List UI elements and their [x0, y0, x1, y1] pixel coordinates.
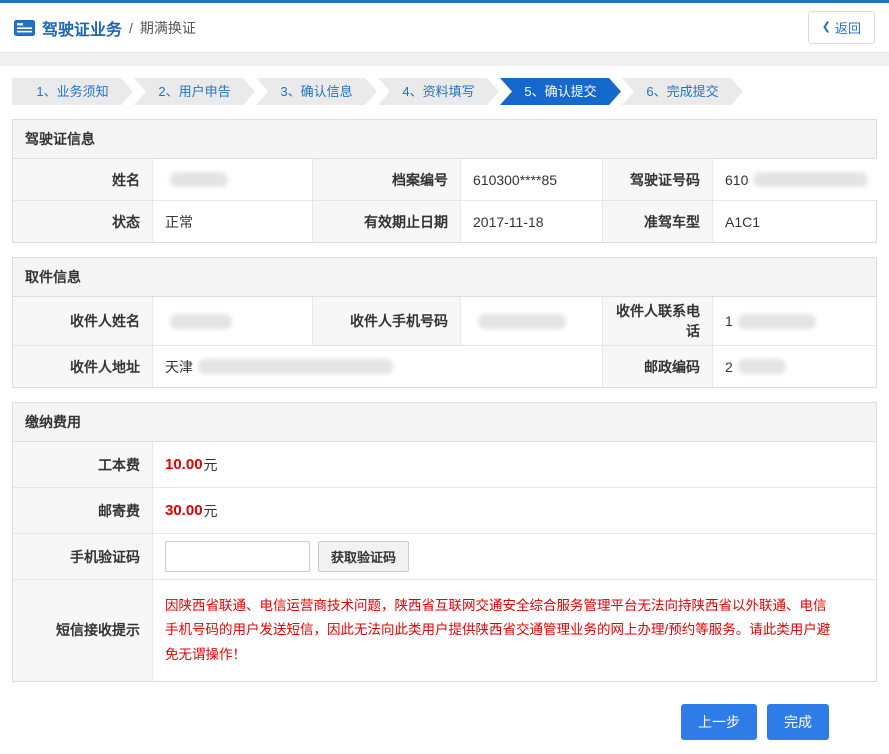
recipient-phone-label: 收件人联系电话 — [603, 297, 713, 345]
previous-step-button[interactable]: 上一步 — [681, 704, 757, 740]
vehicle-type-label: 准驾车型 — [603, 201, 713, 242]
sms-notice-text: 因陕西省联通、电信运营商技术问题，陕西省互联网交通安全综合服务管理平台无法向持陕… — [165, 584, 864, 677]
postal-code-value: 2 — [713, 346, 876, 387]
get-captcha-button[interactable]: 获取验证码 — [318, 541, 409, 572]
step-fill-materials: 4、资料填写 — [378, 78, 499, 105]
postal-code-label: 邮政编码 — [603, 346, 713, 387]
step-user-declaration: 2、用户申告 — [134, 78, 255, 105]
redacted-name — [170, 172, 228, 187]
step-business-notice: 1、业务须知 — [12, 78, 133, 105]
recipient-mobile-value — [461, 297, 603, 345]
expiry-date-label: 有效期止日期 — [313, 201, 461, 242]
name-label: 姓名 — [13, 159, 153, 200]
mail-fee-unit: 元 — [204, 501, 218, 521]
redacted-postal-code — [738, 359, 786, 374]
recipient-name-value — [153, 297, 313, 345]
table-row: 状态 正常 有效期止日期 2017-11-18 准驾车型 A1C1 — [13, 200, 876, 242]
fees-section: 缴纳费用 工本费 10.00 元 邮寄费 30.00 元 手机验证码 获取验证码… — [12, 402, 877, 682]
captcha-input[interactable] — [165, 541, 310, 572]
pickup-info-section: 取件信息 收件人姓名 收件人手机号码 收件人联系电话 1 收件人地址 天津 邮政… — [12, 257, 877, 388]
license-number-value: 610 — [713, 159, 880, 200]
page-subtitle: 期满换证 — [140, 18, 196, 38]
license-number-label: 驾驶证号码 — [603, 159, 713, 200]
captcha-field-group: 获取验证码 — [153, 534, 876, 579]
breadcrumb-separator: / — [129, 20, 133, 36]
recipient-name-label: 收件人姓名 — [13, 297, 153, 345]
mail-fee-label: 邮寄费 — [13, 488, 153, 533]
sms-notice-cell: 因陕西省联通、电信运营商技术问题，陕西省互联网交通安全综合服务管理平台无法向持陕… — [153, 580, 876, 681]
recipient-address-label: 收件人地址 — [13, 346, 153, 387]
back-button-label: 返回 — [835, 18, 861, 37]
redacted-recipient-name — [170, 314, 232, 329]
expiry-date-value: 2017-11-18 — [461, 201, 603, 242]
chevron-left-icon: ❮ — [822, 22, 831, 33]
redacted-recipient-mobile — [478, 314, 566, 329]
back-button[interactable]: ❮ 返回 — [808, 11, 875, 44]
table-row: 手机验证码 获取验证码 — [13, 533, 876, 579]
table-row: 短信接收提示 因陕西省联通、电信运营商技术问题，陕西省互联网交通安全综合服务管理… — [13, 579, 876, 681]
step-progress-bar: 1、业务须知 2、用户申告 3、确认信息 4、资料填写 5、确认提交 6、完成提… — [0, 66, 889, 105]
table-row: 工本费 10.00 元 — [13, 442, 876, 487]
production-fee-label: 工本费 — [13, 442, 153, 487]
license-info-section-title: 驾驶证信息 — [13, 120, 876, 159]
recipient-address-value: 天津 — [153, 346, 603, 387]
mail-fee-value: 30.00 元 — [153, 488, 876, 533]
status-label: 状态 — [13, 201, 153, 242]
step-complete-submit: 6、完成提交 — [622, 78, 743, 105]
step-confirm-submit: 5、确认提交 — [500, 78, 621, 105]
redacted-license-number — [753, 172, 868, 187]
fees-section-title: 缴纳费用 — [13, 403, 876, 442]
mail-fee-amount: 30.00 — [165, 502, 203, 519]
breadcrumb: 驾驶证业务 / 期满换证 — [14, 16, 808, 40]
vehicle-type-value: A1C1 — [713, 201, 876, 242]
table-row: 邮寄费 30.00 元 — [13, 487, 876, 533]
pickup-info-section-title: 取件信息 — [13, 258, 876, 297]
table-row: 姓名 档案编号 610300****85 驾驶证号码 610 — [13, 159, 876, 200]
footer-actions: 上一步 完成 — [0, 682, 889, 754]
finish-button[interactable]: 完成 — [767, 704, 829, 740]
table-row: 收件人姓名 收件人手机号码 收件人联系电话 1 — [13, 297, 876, 345]
table-row: 收件人地址 天津 邮政编码 2 — [13, 345, 876, 387]
production-fee-unit: 元 — [204, 455, 218, 475]
recipient-mobile-label: 收件人手机号码 — [313, 297, 461, 345]
page-title: 驾驶证业务 — [42, 16, 122, 40]
license-services-icon — [14, 20, 35, 36]
sms-notice-label: 短信接收提示 — [13, 580, 153, 681]
status-value: 正常 — [153, 201, 313, 242]
production-fee-value: 10.00 元 — [153, 442, 876, 487]
step-confirm-info: 3、确认信息 — [256, 78, 377, 105]
redacted-recipient-address — [198, 359, 393, 374]
license-info-section: 驾驶证信息 姓名 档案编号 610300****85 驾驶证号码 610 状态 … — [12, 119, 877, 243]
redacted-recipient-phone — [738, 314, 816, 329]
file-number-label: 档案编号 — [313, 159, 461, 200]
header-divider-strip — [0, 53, 889, 66]
page-header: 驾驶证业务 / 期满换证 ❮ 返回 — [0, 3, 889, 53]
production-fee-amount: 10.00 — [165, 456, 203, 473]
file-number-value: 610300****85 — [461, 159, 603, 200]
captcha-label: 手机验证码 — [13, 534, 153, 579]
recipient-phone-value: 1 — [713, 297, 876, 345]
name-value — [153, 159, 313, 200]
